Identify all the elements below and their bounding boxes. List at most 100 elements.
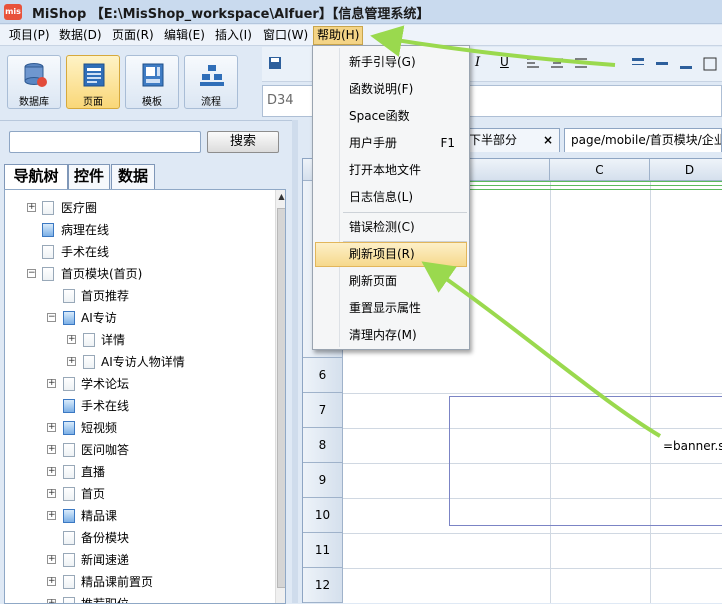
app-logo: mis [4,4,22,20]
database-label: 数据库 [19,97,49,108]
page-icon [63,311,75,325]
expand-icon[interactable]: + [47,489,56,498]
expand-icon[interactable]: + [47,379,56,388]
scroll-thumb[interactable] [277,208,285,588]
database-button[interactable]: 数据库 [7,55,61,109]
page-icon [63,531,75,545]
row-header[interactable]: 9 [303,463,343,498]
page-icon [63,377,75,391]
page-icon [63,443,75,457]
grid-line [343,533,722,534]
page-icon [42,223,54,237]
underline-icon[interactable]: U [500,55,509,69]
page-icon [63,399,75,413]
sheet-tab-label: page/mobile/首页模块/企业 [571,133,722,147]
expand-icon[interactable]: + [47,445,56,454]
menu-project[interactable]: 项目(P) [6,26,53,45]
tab-controls[interactable]: 控件 [68,164,110,189]
expand-icon[interactable]: + [47,423,56,432]
grid-line [343,393,722,394]
menu-edit[interactable]: 编辑(E) [161,26,208,45]
menu-insert[interactable]: 插入(I) [212,26,255,45]
expand-icon[interactable]: + [47,467,56,476]
expand-icon[interactable]: + [47,555,56,564]
page-icon [63,553,75,567]
menu-item-guide[interactable]: 新手引导(G) [315,50,467,75]
collapse-icon[interactable]: − [27,269,36,278]
menu-item-error-check[interactable]: 错误检测(C) [315,215,467,240]
page-icon [63,289,75,303]
expand-icon[interactable]: + [67,335,76,344]
menu-item-functions[interactable]: 函数说明(F) [315,77,467,102]
navigation-pane: 搜索 导航树 控件 数据 + 医疗圈 病理在线 手术在线 − 首页模块(首页) … [0,120,292,604]
search-input[interactable] [9,131,201,153]
shortcut-label: F1 [440,136,455,150]
row-header[interactable]: 8 [303,428,343,463]
tab-nav-tree[interactable]: 导航树 [4,164,68,190]
grid-line [650,181,651,603]
menu-help[interactable]: 帮助(H) [313,26,364,45]
page-icon [63,421,75,435]
page-icon [42,201,54,215]
row-header[interactable]: 10 [303,498,343,533]
help-menu: 新手引导(G) 函数说明(F) Space函数 用户手册 F1 打开本地文件 日志… [312,45,470,350]
valign-icons[interactable] [630,56,720,72]
sheet-tab-active[interactable]: page/mobile/首页模块/企业 [564,128,722,152]
collapse-icon[interactable]: − [47,313,56,322]
page-icon [63,575,75,589]
merged-cell-region[interactable] [449,396,722,526]
menu-item-clear-memory[interactable]: 清理内存(M) [315,323,467,348]
menu-data[interactable]: 数据(D) [56,26,105,45]
menu-item-log[interactable]: 日志信息(L) [315,185,467,210]
expand-icon[interactable]: + [47,511,56,520]
menu-separator [343,212,467,213]
expand-icon[interactable]: + [67,357,76,366]
column-header-d[interactable]: D [650,159,722,181]
expand-icon[interactable]: + [47,577,56,586]
column-header-c[interactable]: C [550,159,650,181]
tab-data[interactable]: 数据 [111,164,155,189]
grid-line [550,181,551,603]
menu-item-open-local-file[interactable]: 打开本地文件 [315,158,467,183]
close-icon[interactable]: × [543,129,553,151]
flow-icon [200,65,224,86]
window-title: MiShop 【E:\MisShop_workspace\Alfuer】【信息管… [32,7,430,22]
menu-item-reset-display[interactable]: 重置显示属性 [315,296,467,321]
row-header[interactable]: 7 [303,393,343,428]
search-button[interactable]: 搜索 [207,131,279,153]
template-button[interactable]: 模板 [125,55,179,109]
expand-icon[interactable]: + [47,599,56,603]
title-bar: mis MiShop 【E:\MisShop_workspace\Alfuer】… [0,0,722,24]
menu-window[interactable]: 窗口(W) [260,26,311,45]
row-header[interactable]: 12 [303,568,343,603]
menu-bar: 项目(P) 数据(D) 页面(R) 编辑(E) 插入(I) 窗口(W) 帮助(H… [0,25,722,46]
menu-item-refresh-page[interactable]: 刷新页面 [315,269,467,294]
scroll-up-icon[interactable]: ▲ [276,190,285,204]
template-icon [142,63,164,87]
page-icon [63,487,75,501]
page-icon [42,245,54,259]
align-icons[interactable] [525,57,595,71]
flow-button[interactable]: 流程 [184,55,238,109]
menu-item-refresh-project[interactable]: 刷新项目(R) [315,242,467,267]
tree-scrollbar[interactable]: ▲ [275,190,285,603]
grid-line [343,568,722,569]
page-icon [83,63,105,87]
page-button[interactable]: 页面 [66,55,120,109]
page-icon [83,355,95,369]
nav-tree: + 医疗圈 病理在线 手术在线 − 首页模块(首页) 首页推荐 − AI专访 + [4,189,286,604]
italic-icon[interactable]: I [475,55,480,70]
menu-item-space-functions[interactable]: Space函数 [315,104,467,129]
menu-page[interactable]: 页面(R) [109,26,157,45]
cell-formula-text: =banner.s [663,439,722,453]
expand-icon[interactable]: + [27,203,36,212]
page-icon [42,267,54,281]
menu-item-user-manual[interactable]: 用户手册 F1 [315,131,467,156]
row-header[interactable]: 6 [303,358,343,393]
page-icon [63,509,75,523]
database-icon [24,63,47,87]
main-toolbar: 数据库 页面 模板 流程 [0,47,292,119]
save-icon[interactable] [268,56,282,70]
template-label: 模板 [142,97,162,108]
row-header[interactable]: 11 [303,533,343,568]
